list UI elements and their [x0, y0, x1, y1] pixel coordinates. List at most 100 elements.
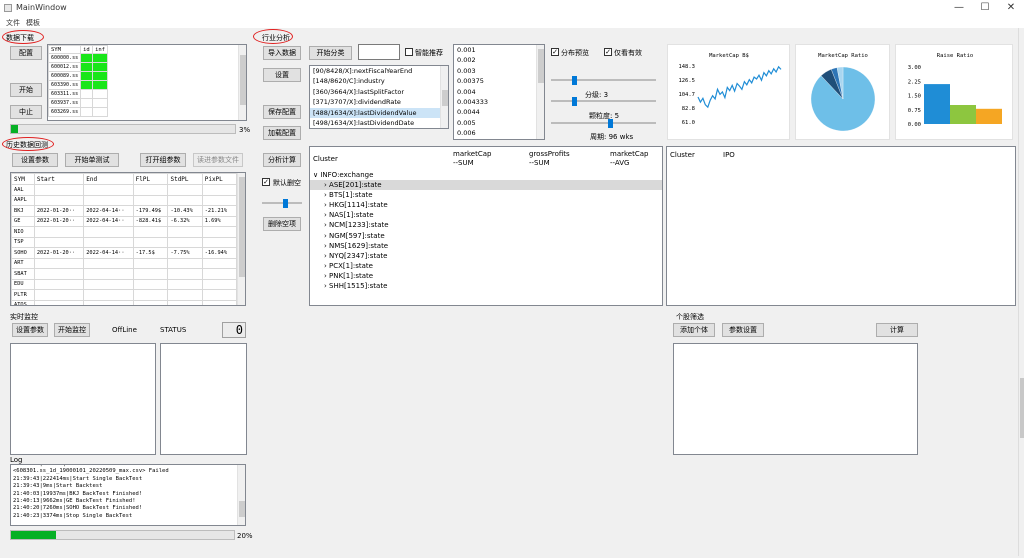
backtest-header-cell[interactable]: SYM	[11, 173, 35, 185]
start-monitor-button[interactable]: 开始监控	[54, 323, 90, 337]
backtest-row[interactable]: SOHO 2022-01-20·· 2022-04-14·· -17.5$ -7.75%…	[11, 247, 238, 259]
import-data-button[interactable]: 导入数据	[263, 46, 301, 60]
field-list-item[interactable]: [498/1634/X]:lastDividendDate	[310, 118, 448, 128]
granularity-slider[interactable]	[551, 119, 656, 128]
backtest-row[interactable]: ART	[11, 257, 238, 269]
stop-download-button[interactable]: 中止	[10, 105, 42, 119]
download-row[interactable]: 603311.ss	[48, 89, 108, 99]
start-classify-button[interactable]: 开始分类	[309, 46, 352, 60]
backtest-header-cell[interactable]: Start	[33, 173, 85, 185]
level-slider[interactable]	[551, 97, 656, 106]
backtest-table[interactable]: SYM Start End FlPL StdPL PixPL AAL AAPL BKJ 2022…	[10, 172, 246, 306]
download-row[interactable]: 600012.ss	[48, 62, 108, 72]
minimize-button[interactable]: —	[946, 1, 972, 15]
field-list[interactable]: [90/8428/X]:nextFiscalYearEnd [148/8620/C…	[309, 65, 449, 129]
menu-template[interactable]: 模板	[26, 18, 40, 28]
dist-preview-checkbox[interactable]: ✓	[551, 48, 559, 56]
backtest-header-cell[interactable]: End	[83, 173, 134, 185]
settings-button[interactable]: 设置	[263, 68, 301, 82]
backtest-row[interactable]: EDU	[11, 278, 238, 290]
backtest-header-cell[interactable]: StdPL	[167, 173, 203, 185]
tree-item[interactable]: › ASE[201]:state	[310, 180, 662, 190]
threshold-item[interactable]: 0.004	[454, 87, 544, 97]
download-row[interactable]: 603937.ss	[48, 98, 108, 108]
tree-item[interactable]: › BTS[1]:state	[310, 190, 662, 200]
start-download-button[interactable]: 开始	[10, 83, 42, 97]
tree-item[interactable]: › HKG[1114]:state	[310, 200, 662, 210]
threshold-list[interactable]: 0.001 0.002 0.003 0.00375 0.004 0.004333 0.004…	[453, 44, 545, 140]
default-empty-checkbox[interactable]: ✓	[262, 178, 270, 186]
start-single-test-button[interactable]: 开始单测试	[65, 153, 119, 167]
window-scrollbar[interactable]	[1018, 28, 1024, 556]
backtest-row[interactable]: GE 2022-01-20·· 2022-04-14·· -828.41$ -6.32%…	[11, 215, 238, 227]
download-table[interactable]: SYM id inf 600000.ss 600012.ss 600089.ss 60339…	[47, 44, 247, 121]
set-params-button[interactable]: 设置参数	[12, 153, 58, 167]
monitor-list-right[interactable]	[160, 343, 247, 455]
tree-item[interactable]: › NAS[1]:state	[310, 210, 662, 220]
ipo-column-header[interactable]: IPO	[723, 151, 735, 159]
preview-slider[interactable]	[551, 76, 656, 85]
tree-item[interactable]: › NCM[1233]:state	[310, 220, 662, 230]
backtest-row[interactable]: PLTR	[11, 289, 238, 301]
cluster-tree[interactable]: Cluster marketCap --SUM grossProfits --SUM ma…	[309, 146, 663, 306]
threshold-item[interactable]: 0.004333	[454, 97, 544, 107]
read-params-file-button[interactable]: 读进参数文件	[193, 153, 243, 167]
backtest-row[interactable]: AAPL	[11, 194, 238, 206]
monitor-set-params-button[interactable]: 设置参数	[12, 323, 48, 337]
industry-slider[interactable]	[262, 199, 302, 208]
download-row[interactable]: 600000.ss	[48, 53, 108, 63]
add-stock-button[interactable]: 添加个体	[673, 323, 715, 337]
classify-input[interactable]	[358, 44, 400, 60]
threshold-item[interactable]: 0.006	[454, 128, 544, 138]
field-list-item[interactable]: [360/3664/X]:lastSplitFactor	[310, 87, 448, 97]
open-group-params-button[interactable]: 打开组参数	[140, 153, 186, 167]
backtest-row[interactable]: SBAT	[11, 268, 238, 280]
param-settings-button[interactable]: 参数设置	[722, 323, 764, 337]
tree-root-item[interactable]: ∨ INFO:exchange	[313, 171, 373, 179]
download-row[interactable]: 603269.ss	[48, 107, 108, 117]
tree-column-header[interactable]: marketCap	[610, 150, 648, 158]
monitor-list-left[interactable]	[10, 343, 156, 455]
tree-column-header[interactable]: marketCap	[453, 150, 491, 158]
tree-column-header[interactable]: grossProfits	[529, 150, 570, 158]
only-valid-checkbox[interactable]: ✓	[604, 48, 612, 56]
threshold-item[interactable]: 0.0044	[454, 107, 544, 117]
field-list-item[interactable]: [488/1634/X]:lastDividendValue	[310, 107, 448, 118]
tree-item[interactable]: › NYQ[2347]:state	[310, 251, 662, 261]
backtest-row[interactable]: ATOS	[11, 299, 238, 305]
backtest-header-cell[interactable]: PixPL	[201, 173, 238, 185]
field-list-item[interactable]: [90/8428/X]:nextFiscalYearEnd	[310, 66, 448, 76]
backtest-row[interactable]: NIO	[11, 226, 238, 238]
backtest-row[interactable]: TSP	[11, 236, 238, 248]
config-button[interactable]: 配置	[10, 46, 42, 60]
cluster-ipo-view[interactable]: Cluster IPO	[666, 146, 1016, 306]
threshold-item[interactable]: 0.003	[454, 66, 544, 76]
tree-item[interactable]: › NGM[597]:state	[310, 231, 662, 241]
download-header-cell[interactable]: id	[80, 45, 94, 54]
threshold-item[interactable]: 0.00375	[454, 76, 544, 86]
log-output[interactable]: 21:39:0?|????ms|????????? fail <608301.ss…	[10, 464, 246, 526]
menu-file[interactable]: 文件	[6, 18, 20, 28]
field-list-item[interactable]: [148/8620/C]:industry	[310, 76, 448, 86]
backtest-row[interactable]: BKJ 2022-01-20·· 2022-04-14·· -179.49$ -10.4…	[11, 205, 238, 217]
threshold-item[interactable]: 0.002	[454, 55, 544, 65]
tree-item[interactable]: › PCX[1]:state	[310, 261, 662, 271]
backtest-header-cell[interactable]: FlPL	[132, 173, 169, 185]
smart-recommend-checkbox[interactable]	[405, 48, 413, 56]
threshold-item[interactable]: 0.005	[454, 118, 544, 128]
maximize-button[interactable]: ☐	[972, 1, 998, 15]
tree-column-header[interactable]: Cluster	[313, 155, 338, 163]
save-config-button[interactable]: 保存配置	[263, 105, 301, 119]
tree-item[interactable]: › PNK[1]:state	[310, 271, 662, 281]
stock-filter-list[interactable]	[673, 343, 918, 455]
threshold-item[interactable]: 0.001	[454, 45, 544, 55]
download-row[interactable]: 603390.ss	[48, 80, 108, 90]
cluster-column-header[interactable]: Cluster	[670, 151, 695, 159]
download-header-cell[interactable]: inf	[92, 45, 108, 54]
tree-item[interactable]: › NMS[1629]:state	[310, 241, 662, 251]
download-row[interactable]: 600089.ss	[48, 71, 108, 81]
analyze-button[interactable]: 分析计算	[263, 153, 301, 167]
download-header-cell[interactable]: SYM	[48, 45, 82, 54]
calculate-button[interactable]: 计算	[876, 323, 918, 337]
backtest-row[interactable]: AAL	[11, 184, 238, 196]
